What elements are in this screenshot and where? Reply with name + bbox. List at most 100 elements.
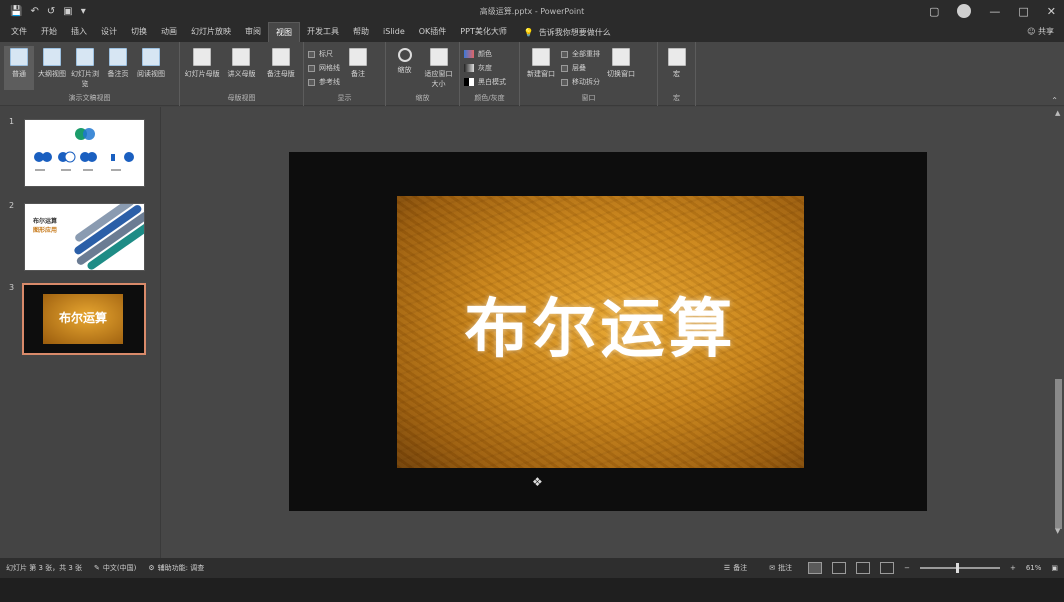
zoom-slider[interactable] xyxy=(919,563,1000,573)
notes-toggle[interactable]: ☰ 备注 xyxy=(718,563,753,573)
tell-me-box[interactable]: 💡 告诉我你想要做什么 xyxy=(514,27,611,38)
switch-windows-icon xyxy=(612,48,630,66)
group-label: 窗口 xyxy=(581,94,596,102)
slide-editor: 布尔运算 ❖ xyxy=(161,107,1053,558)
notes-page-button[interactable]: 备注页 xyxy=(103,46,133,90)
fit-slide-icon[interactable]: ▣ xyxy=(1051,564,1058,572)
collapse-ribbon-icon[interactable]: ⌃ xyxy=(1051,96,1058,105)
ribbon-display-icon[interactable]: ▢ xyxy=(929,5,939,18)
zoom-knob[interactable] xyxy=(955,563,959,573)
normal-view-icon[interactable] xyxy=(808,562,823,574)
person-icon: ☺ xyxy=(1027,27,1036,36)
ribbon: 普通 大纲视图 幻灯片浏览 备注页 阅读视图 演示文稿视图 幻灯片母版 讲义母版… xyxy=(0,42,1064,106)
black-white-button[interactable]: 黑白模式 xyxy=(464,76,506,88)
arrange-all-button[interactable]: 全部重排 xyxy=(561,48,600,60)
zoom-in-icon[interactable]: + xyxy=(1010,564,1016,572)
slide-sorter-button[interactable]: 幻灯片浏览 xyxy=(70,46,100,90)
group-presentation-views: 普通 大纲视图 幻灯片浏览 备注页 阅读视图 演示文稿视图 xyxy=(0,42,180,106)
tab-file[interactable]: 文件 xyxy=(4,22,34,42)
notes-master-button[interactable]: 备注母版 xyxy=(263,46,299,90)
tab-design[interactable]: 设计 xyxy=(94,22,124,42)
slide-title[interactable]: 布尔运算 xyxy=(397,278,804,370)
zoom-out-icon[interactable]: − xyxy=(904,564,910,572)
group-label: 宏 xyxy=(673,94,680,102)
color-swatch-icon xyxy=(464,50,474,58)
slide-number: 2 xyxy=(9,201,15,210)
minimize-icon[interactable]: — xyxy=(989,5,1000,18)
slide-sorter-icon[interactable] xyxy=(832,562,847,574)
thumbnail-3-title: 布尔运算 xyxy=(58,311,107,325)
status-bar: 幻灯片 第 3 张，共 3 张 ✎ 中文(中国) ⚙ 辅助功能: 调查 ☰ 备注 … xyxy=(0,558,1064,578)
share-button[interactable]: ☺ 共享 xyxy=(1027,22,1054,42)
tab-ppt-beautify[interactable]: PPT美化大师 xyxy=(453,22,514,42)
undo-icon[interactable]: ↶ xyxy=(30,6,38,17)
mouse-cursor-icon: ❖ xyxy=(532,475,543,489)
guides-checkbox[interactable]: 参考线 xyxy=(308,76,340,88)
outline-view-button[interactable]: 大纲视图 xyxy=(37,46,67,90)
tab-home[interactable]: 开始 xyxy=(34,22,64,42)
switch-windows-button[interactable]: 切换窗口 xyxy=(603,46,639,90)
reading-view-icon[interactable] xyxy=(856,562,871,574)
move-split-button[interactable]: 移动拆分 xyxy=(561,76,600,88)
slide-thumbnail-1[interactable] xyxy=(24,119,145,187)
slide-thumbnail-2[interactable]: 布尔运算 图形应用 xyxy=(24,203,145,271)
reading-view-button[interactable]: 阅读视图 xyxy=(136,46,166,90)
tab-transitions[interactable]: 切换 xyxy=(124,22,154,42)
tab-review[interactable]: 审阅 xyxy=(238,22,268,42)
language-status[interactable]: ✎ 中文(中国) xyxy=(88,563,142,573)
accessibility-status[interactable]: ⚙ 辅助功能: 调查 xyxy=(142,563,210,573)
slide-master-button[interactable]: 幻灯片母版 xyxy=(184,46,220,90)
comment-icon: ✉ xyxy=(769,564,776,572)
ruler-checkbox[interactable]: 标尺 xyxy=(308,48,340,60)
slide-sorter-icon xyxy=(76,48,94,66)
magnifier-icon xyxy=(397,48,412,62)
handout-master-button[interactable]: 讲义母版 xyxy=(223,46,259,90)
gold-texture-image[interactable]: 布尔运算 xyxy=(397,196,804,468)
tab-islide[interactable]: iSlide xyxy=(376,22,412,42)
lightbulb-icon: 💡 xyxy=(523,27,534,37)
maximize-icon[interactable]: □ xyxy=(1018,5,1028,18)
group-zoom: 缩放 适应窗口大小 缩放 xyxy=(386,42,460,106)
document-title: 高级运算.pptx - PowerPoint xyxy=(479,6,585,16)
tab-animations[interactable]: 动画 xyxy=(154,22,184,42)
bw-swatch-icon xyxy=(464,78,474,86)
close-icon[interactable]: ✕ xyxy=(1047,5,1056,18)
current-slide[interactable]: 布尔运算 ❖ xyxy=(289,152,927,511)
comments-toggle[interactable]: ✉ 批注 xyxy=(763,563,798,573)
new-window-icon xyxy=(532,48,550,66)
macros-button[interactable]: 宏 xyxy=(662,46,691,90)
gridlines-checkbox[interactable]: 网格线 xyxy=(308,62,340,74)
avatar[interactable] xyxy=(957,4,972,18)
redo-icon[interactable]: ↺ xyxy=(47,6,55,17)
grayscale-button[interactable]: 灰度 xyxy=(464,62,506,74)
normal-view-button[interactable]: 普通 xyxy=(4,46,34,90)
fit-window-button[interactable]: 适应窗口大小 xyxy=(422,46,455,90)
slide-info: 幻灯片 第 3 张，共 3 张 xyxy=(6,564,83,572)
slide-thumbnail-3[interactable]: 布尔运算 xyxy=(22,283,146,355)
tab-help[interactable]: 帮助 xyxy=(346,22,376,42)
cascade-button[interactable]: 层叠 xyxy=(561,62,600,74)
save-icon[interactable]: 💾 xyxy=(10,6,22,17)
new-window-button[interactable]: 新建窗口 xyxy=(524,46,558,90)
tab-insert[interactable]: 插入 xyxy=(64,22,94,42)
slideshow-icon[interactable] xyxy=(880,562,895,574)
scrollbar-thumb[interactable] xyxy=(1055,379,1062,529)
zoom-level[interactable]: 61% xyxy=(1026,564,1042,572)
notes-master-icon xyxy=(271,48,290,66)
proofing-icon: ✎ xyxy=(94,564,100,572)
tab-ok-plugin[interactable]: OK插件 xyxy=(412,22,454,42)
tab-developer[interactable]: 开发工具 xyxy=(300,22,346,42)
notes-button[interactable]: 备注 xyxy=(343,46,373,90)
tab-view[interactable]: 视图 xyxy=(268,22,300,42)
vertical-scrollbar[interactable]: ▲ ▼ xyxy=(1053,107,1064,558)
present-icon[interactable]: ▣ xyxy=(63,6,72,17)
group-macros: 宏 宏 xyxy=(658,42,696,106)
scroll-down-icon[interactable]: ▼ xyxy=(1055,527,1060,535)
tab-slideshow[interactable]: 幻灯片放映 xyxy=(184,22,238,42)
zoom-button[interactable]: 缩放 xyxy=(390,46,419,90)
more-icon[interactable]: ▾ xyxy=(81,6,86,17)
group-show: 标尺 网格线 参考线 备注 显示 xyxy=(304,42,386,106)
group-label: 演示文稿视图 xyxy=(68,94,111,102)
scroll-up-icon[interactable]: ▲ xyxy=(1055,109,1060,117)
color-button[interactable]: 颜色 xyxy=(464,48,506,60)
